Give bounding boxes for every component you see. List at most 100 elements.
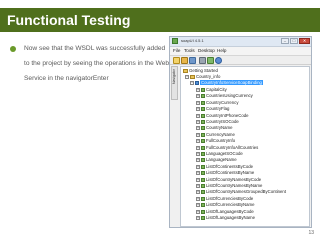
expand-icon[interactable]: + <box>196 145 200 150</box>
operation-label: ListOfCurrenciesByName <box>206 202 255 208</box>
operation-icon <box>201 88 205 92</box>
operation-icon <box>201 94 205 99</box>
new-project-icon[interactable] <box>173 57 180 64</box>
expand-icon[interactable]: + <box>196 190 200 195</box>
workspace-icon <box>183 69 188 73</box>
minimize-button[interactable]: – <box>281 38 289 44</box>
tree-operation[interactable]: + CountryFlag <box>196 106 229 112</box>
expand-icon[interactable]: + <box>196 126 200 131</box>
operation-label: CountryIntPhoneCode <box>206 112 249 118</box>
operation-label: CountryISOCode <box>206 119 239 124</box>
toolbar <box>170 56 311 65</box>
slide: Functional Testing Now see that the WSDL… <box>0 0 320 240</box>
expand-icon[interactable]: + <box>196 209 200 214</box>
tree-operation[interactable]: + ListOfContinentsByCode <box>196 164 253 170</box>
operation-label: ListOfLanguagesByName <box>206 215 255 220</box>
tree-operation[interactable]: + ListOfCountryNamesByName <box>196 183 262 189</box>
tree-operation[interactable]: + LanguageISOCode <box>196 151 243 157</box>
menu-tools[interactable]: Tools <box>184 47 195 55</box>
expand-icon[interactable]: + <box>196 184 200 188</box>
expand-icon[interactable]: + <box>196 88 200 92</box>
collapse-icon[interactable]: − <box>185 75 189 79</box>
tree-operation[interactable]: + LanguageName <box>196 157 237 163</box>
operation-icon <box>201 164 205 169</box>
operation-icon <box>201 126 205 131</box>
operation-icon <box>201 216 205 220</box>
tree-operation[interactable]: + FullCountryInfo <box>196 138 235 144</box>
expand-icon[interactable]: + <box>196 113 200 118</box>
tree-operation[interactable]: + ListOfLanguagesByName <box>196 215 255 221</box>
navigator-side-tab[interactable]: Navigator <box>171 66 178 100</box>
tree-operation[interactable]: + ListOfLanguagesByCode <box>196 209 254 215</box>
operation-icon <box>201 139 205 144</box>
menu-desktop[interactable]: Desktop <box>198 47 215 55</box>
tree-operation[interactable]: + CountryIntPhoneCode <box>196 113 249 119</box>
slide-body-text: Now see that the WSDL was successfully a… <box>24 45 170 82</box>
operation-icon <box>201 196 205 201</box>
operation-label: CountryFlag <box>206 106 230 112</box>
tree-operation[interactable]: + CountriesUsingCurrency <box>196 93 253 99</box>
tree-operation[interactable]: + CountryCurrency <box>196 100 238 106</box>
bullet-icon <box>10 46 16 52</box>
tree-operation[interactable]: + ListOfContinentsByName <box>196 170 254 176</box>
operation-label: CountryName <box>206 125 233 131</box>
expand-icon[interactable]: + <box>196 152 200 156</box>
tree-operation[interactable]: + ListOfCountryNamesGroupedByContinent <box>196 189 286 195</box>
expand-icon[interactable]: + <box>196 196 200 201</box>
expand-icon[interactable]: + <box>196 216 200 220</box>
menu-bar: File Tools Desktop Help <box>170 47 311 56</box>
operation-icon <box>201 100 205 105</box>
tree-operation[interactable]: + CountryISOCode <box>196 119 239 125</box>
expand-icon[interactable]: + <box>196 164 200 169</box>
window-title: soapUI 4.5.1 <box>181 38 204 43</box>
close-button[interactable]: ✕ <box>299 38 310 44</box>
operation-icon <box>201 107 205 112</box>
operation-label: LanguageName <box>206 157 237 163</box>
expand-icon[interactable]: + <box>196 203 200 208</box>
operation-icon <box>201 132 205 137</box>
proxy-icon[interactable] <box>207 57 214 64</box>
tree-operation[interactable]: + ListOfCurrenciesByCode <box>196 196 253 202</box>
expand-icon[interactable]: + <box>196 94 200 99</box>
expand-icon[interactable]: + <box>196 100 200 105</box>
operation-label: ListOfCountryNamesByName <box>206 183 263 188</box>
expand-icon[interactable]: + <box>196 177 200 182</box>
tree-operation[interactable]: + CurrencyName <box>196 132 235 138</box>
operation-label: ListOfCurrenciesByCode <box>206 195 254 201</box>
collapse-icon[interactable]: − <box>190 81 194 85</box>
maximize-button[interactable]: □ <box>290 38 298 44</box>
soapui-window: soapUI 4.5.1 – □ ✕ File Tools Desktop Help… <box>169 36 312 228</box>
tree-operation[interactable]: + CapitalCity <box>196 87 227 93</box>
save-icon[interactable] <box>189 57 196 64</box>
expand-icon[interactable]: + <box>196 120 200 124</box>
expand-icon[interactable]: + <box>196 158 200 163</box>
operation-icon <box>201 152 205 156</box>
tree-operation[interactable]: + ListOfCurrenciesByName <box>196 202 254 208</box>
tree-operation[interactable]: + ListOfCountryNamesByCode <box>196 177 261 183</box>
open-icon[interactable] <box>181 57 188 64</box>
tree-operation[interactable]: + FullCountryInfoAllCountries <box>196 145 258 151</box>
operation-label: CurrencyName <box>206 131 235 137</box>
operation-label: ListOfContinentsByCode <box>206 163 254 169</box>
preferences-icon[interactable] <box>199 57 206 64</box>
operation-label: ListOfCountryNamesByCode <box>206 176 262 182</box>
menu-help[interactable]: Help <box>217 47 226 55</box>
title-band: Functional Testing <box>0 8 320 32</box>
operation-icon <box>201 190 205 195</box>
help-icon[interactable] <box>215 57 222 64</box>
window-controls: – □ ✕ <box>280 38 310 45</box>
window-titlebar[interactable]: soapUI 4.5.1 – □ ✕ <box>170 37 311 47</box>
operation-label: ListOfCountryNamesGroupedByContinent <box>206 189 287 195</box>
operation-icon <box>201 113 205 118</box>
expand-icon[interactable]: + <box>196 107 200 112</box>
tree-interface[interactable]: − CountryInfoServiceSoapBinding <box>190 80 263 86</box>
menu-file[interactable]: File <box>173 47 180 55</box>
tree-operation[interactable]: + CountryName <box>196 125 233 131</box>
slide-title: Functional Testing <box>7 12 131 28</box>
expand-icon[interactable]: + <box>196 132 200 137</box>
operation-label: CountryCurrency <box>206 99 239 105</box>
operation-label: FullCountryInfo <box>206 138 236 144</box>
expand-icon[interactable]: + <box>196 139 200 144</box>
expand-icon[interactable]: + <box>196 171 200 176</box>
operation-icon <box>201 209 205 214</box>
